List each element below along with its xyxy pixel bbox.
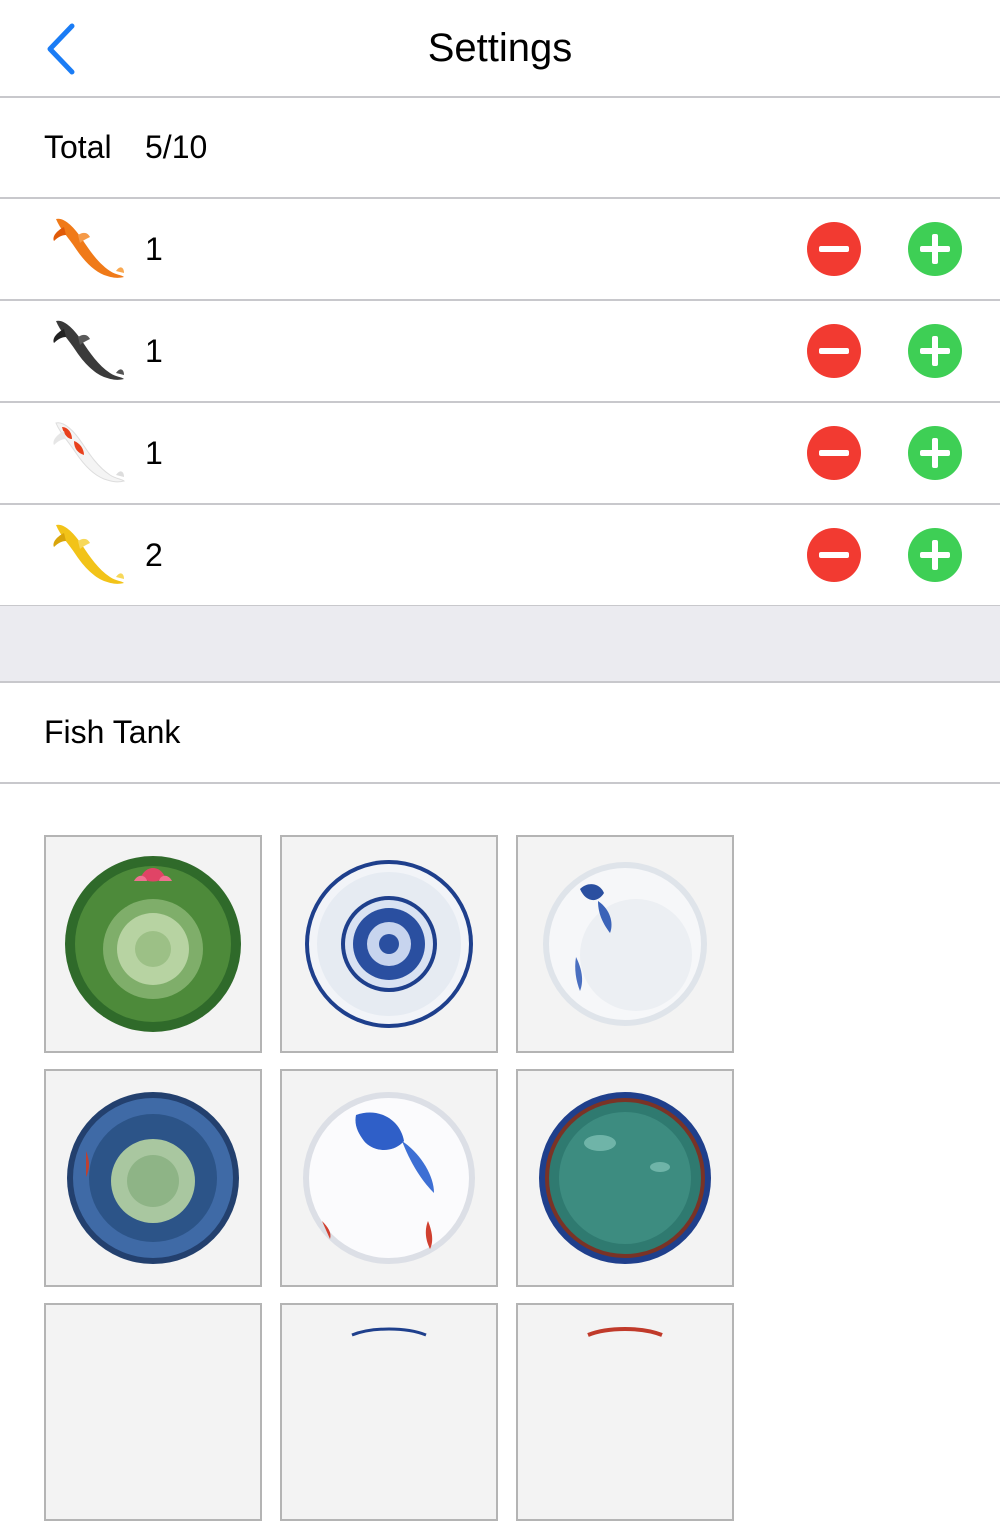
tank-option-blue-white-koi-plate[interactable] bbox=[516, 835, 734, 1053]
tank-option-partial[interactable] bbox=[44, 1303, 262, 1521]
plus-circle-icon bbox=[908, 324, 962, 378]
tank-option-blue-koi-painted-bowl[interactable] bbox=[280, 1069, 498, 1287]
decrease-button[interactable] bbox=[806, 527, 862, 583]
minus-circle-icon bbox=[807, 324, 861, 378]
yellow-koi-icon bbox=[53, 524, 124, 584]
blue-white-koi-plate-image bbox=[543, 862, 707, 1026]
fish-row-red-white-koi: 1 bbox=[0, 403, 1000, 505]
increase-button[interactable] bbox=[907, 221, 963, 277]
fish-count: 1 bbox=[145, 333, 163, 369]
navigation-bar: Settings bbox=[0, 0, 1000, 98]
increase-button[interactable] bbox=[907, 323, 963, 379]
fish-count: 1 bbox=[145, 435, 163, 471]
tank-option-green-lotus-bowl[interactable] bbox=[44, 835, 262, 1053]
increase-button[interactable] bbox=[907, 425, 963, 481]
minus-circle-icon bbox=[807, 222, 861, 276]
section-separator bbox=[0, 606, 1000, 683]
decrease-button[interactable] bbox=[806, 323, 862, 379]
fish-tank-header: Fish Tank bbox=[0, 683, 1000, 784]
total-value: 5/10 bbox=[145, 129, 208, 165]
minus-circle-icon bbox=[807, 426, 861, 480]
total-label: Total bbox=[44, 129, 112, 165]
fish-row-yellow-koi: 2 bbox=[0, 505, 1000, 607]
black-koi-icon bbox=[53, 320, 124, 380]
tank-option-partial[interactable] bbox=[280, 1303, 498, 1521]
orange-koi-icon bbox=[53, 218, 124, 278]
fish-tank-label: Fish Tank bbox=[44, 714, 181, 750]
increase-button[interactable] bbox=[907, 527, 963, 583]
decrease-button[interactable] bbox=[806, 221, 862, 277]
red-white-koi-icon bbox=[53, 422, 125, 483]
blue-white-floral-bowl-image bbox=[305, 860, 473, 1028]
tank-option-teal-crackle-bowl[interactable] bbox=[516, 1069, 734, 1287]
total-row: Total 5/10 bbox=[0, 98, 1000, 199]
fish-count: 2 bbox=[145, 537, 163, 573]
green-lotus-bowl-image bbox=[65, 856, 241, 1032]
fish-row-black-koi: 1 bbox=[0, 301, 1000, 403]
page-title: Settings bbox=[427, 26, 573, 70]
fish-row-orange-koi: 1 bbox=[0, 199, 1000, 301]
tank-option-partial[interactable] bbox=[516, 1303, 734, 1521]
minus-circle-icon bbox=[807, 528, 861, 582]
plus-circle-icon bbox=[908, 222, 962, 276]
plus-circle-icon bbox=[908, 528, 962, 582]
bowl-image-partial bbox=[587, 1327, 663, 1337]
bowl-image-partial bbox=[351, 1327, 427, 1337]
tank-option-blue-lotus-bowl[interactable] bbox=[44, 1069, 262, 1287]
blue-lotus-bowl-image bbox=[67, 1092, 239, 1264]
fish-count: 1 bbox=[145, 231, 163, 267]
tank-option-blue-white-floral-bowl[interactable] bbox=[280, 835, 498, 1053]
teal-crackle-bowl-image bbox=[539, 1092, 711, 1264]
decrease-button[interactable] bbox=[806, 425, 862, 481]
plus-circle-icon bbox=[908, 426, 962, 480]
blue-koi-painted-bowl-image bbox=[303, 1092, 475, 1264]
